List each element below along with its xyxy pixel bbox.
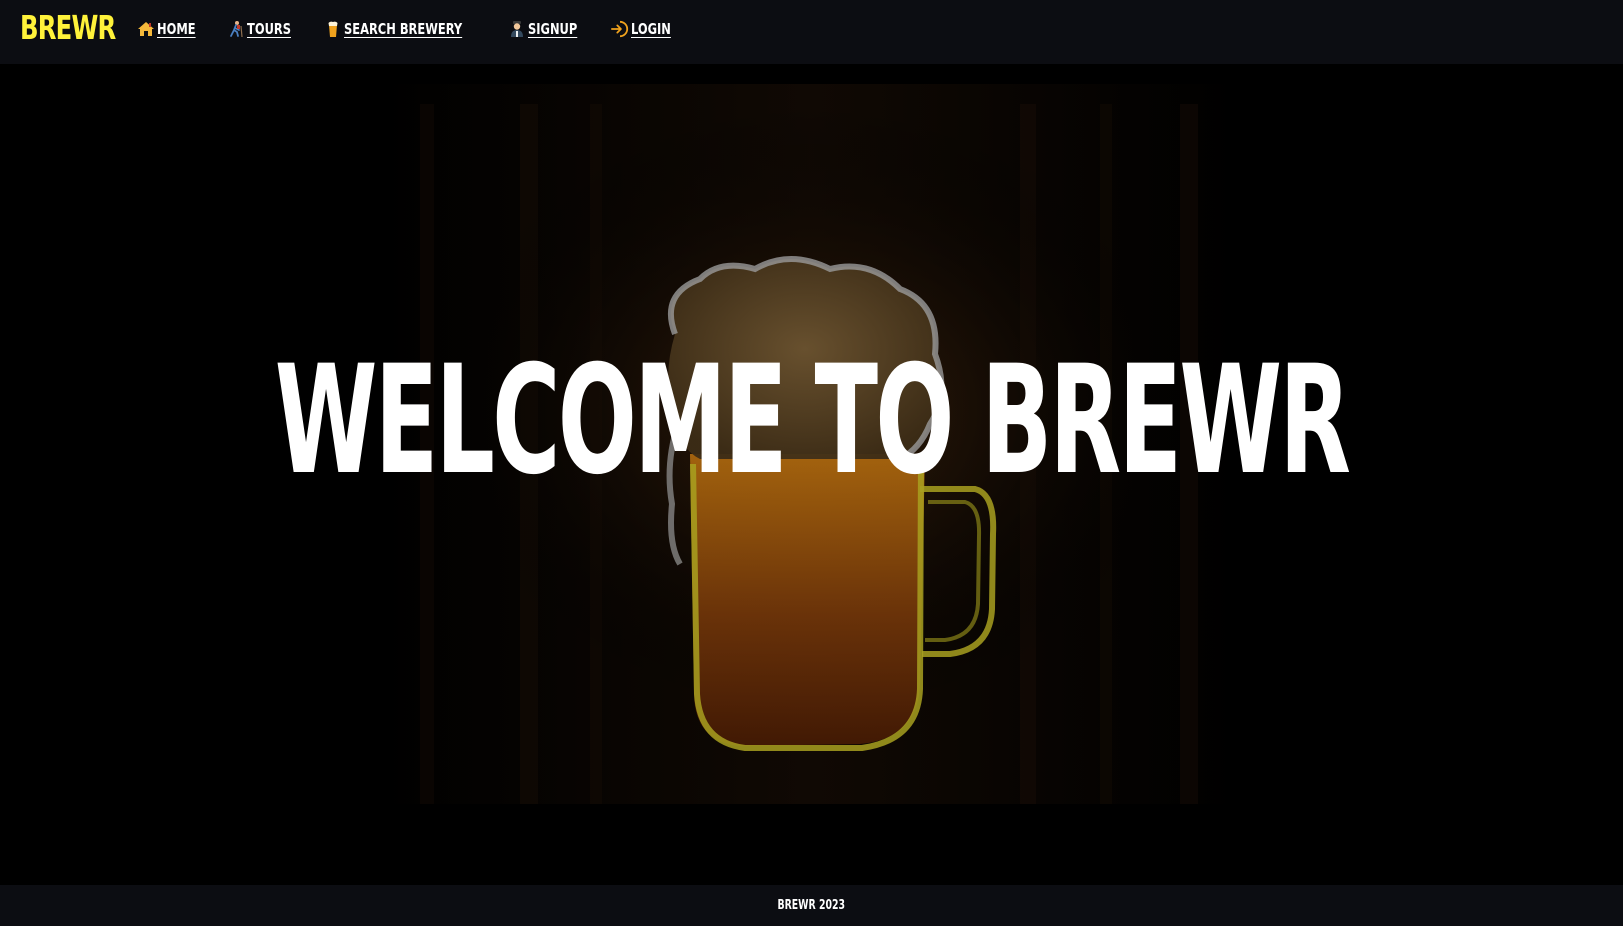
footer-text: BREWR 2023 [777,898,846,913]
nav-link-search-brewery-label: SEARCH BREWERY [344,20,463,38]
hero-title: WELCOME TO BREWR [274,334,1351,508]
nav-link-home-label: HOME [157,20,196,38]
login-arrow-icon [611,20,629,38]
person-icon [508,20,526,38]
hero-section: WELCOME TO BREWR [0,64,1623,885]
nav-link-tours-label: TOURS [247,20,292,38]
nav-link-signup-label: SIGNUP [528,20,578,38]
nav-link-tours[interactable]: TOURS [227,20,299,38]
beer-mug-icon [324,20,342,38]
nav-links: HOME TOURS SEARCH BREWERY SIGNUP LOGIN [137,18,703,40]
nav-link-home[interactable]: HOME [137,20,202,38]
footer: BREWR 2023 [0,885,1623,926]
nav-link-login[interactable]: LOGIN [611,20,678,38]
brand-logo[interactable]: BREWR [20,8,116,48]
nav-link-signup[interactable]: SIGNUP [508,20,586,38]
house-icon [137,20,155,38]
hiker-icon [227,20,245,38]
navbar: BREWR HOME TOURS SEARCH BREWERY SIGNUP L… [0,0,1623,64]
nav-link-login-label: LOGIN [631,20,672,38]
nav-link-search-brewery[interactable]: SEARCH BREWERY [324,20,483,38]
